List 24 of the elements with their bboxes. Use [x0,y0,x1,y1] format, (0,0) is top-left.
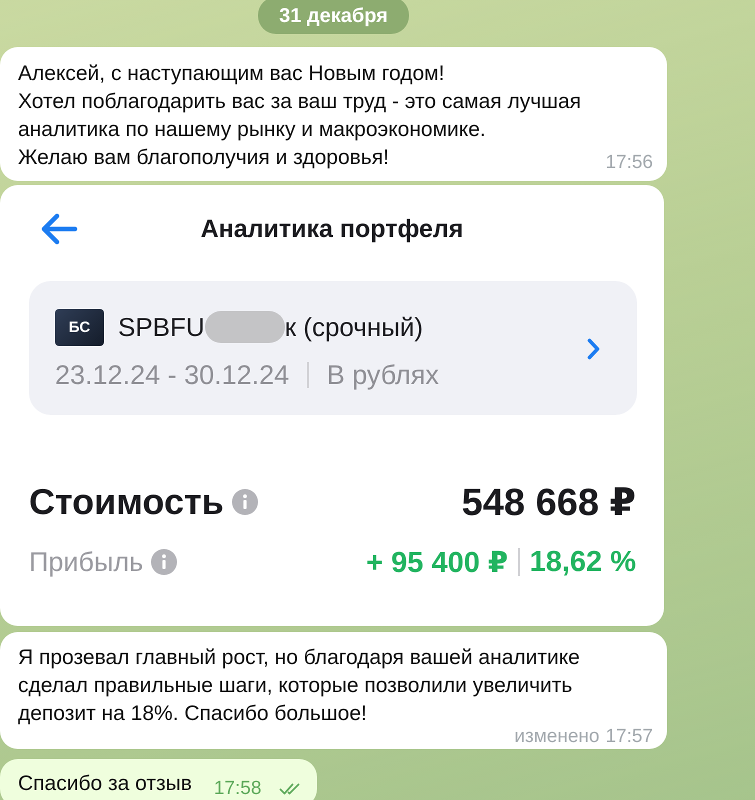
chevron-right-icon [587,338,600,360]
screen-title: Аналитика портфеля [200,214,464,244]
message-time: 17:58 [214,780,262,797]
message-text: Алексей, с наступающим вас Новым годом! Хотел поблагодарить вас за ваш труд - это самая лучшая аналитика по нашему рынку и макроэкономике. Желаю вам благополучия и здоровья! [18,62,582,169]
portfolio-card[interactable]: БС SPBFU к (срочный) 23.12.24 - 30.12.24 В рублях [29,281,637,415]
back-arrow-icon[interactable] [40,213,78,245]
message-text: Я прозевал главный рост, но благодаря вашей аналитике сделал правильные шаги, которые позволили увеличить депозит на 18%. Спасибо большое! [18,646,581,725]
portfolio-name: к (срочный) [284,311,424,344]
message-time: 17:56 [605,154,653,171]
date-badge: 31 декабря [258,0,409,34]
profit-percent: 18,62 % [530,546,636,578]
profit-amount: + 95 400 ₽ [366,546,508,580]
message-time: 17:57 [605,728,653,745]
broker-logo: БС [55,308,104,346]
info-icon [232,489,258,515]
info-icon [151,549,178,575]
message-text: Спасибо за отзыв [18,772,192,795]
portfolio-name: SPBFU [118,311,205,344]
profit-label: Прибыль [29,546,144,578]
value-label: Стоимость [29,481,224,523]
period-text: 23.12.24 - 30.12.24 [55,360,290,390]
currency-label: В рублях [326,360,439,390]
portfolio-value: 548 668 ₽ [462,480,636,524]
edited-label: изменено [514,728,600,745]
